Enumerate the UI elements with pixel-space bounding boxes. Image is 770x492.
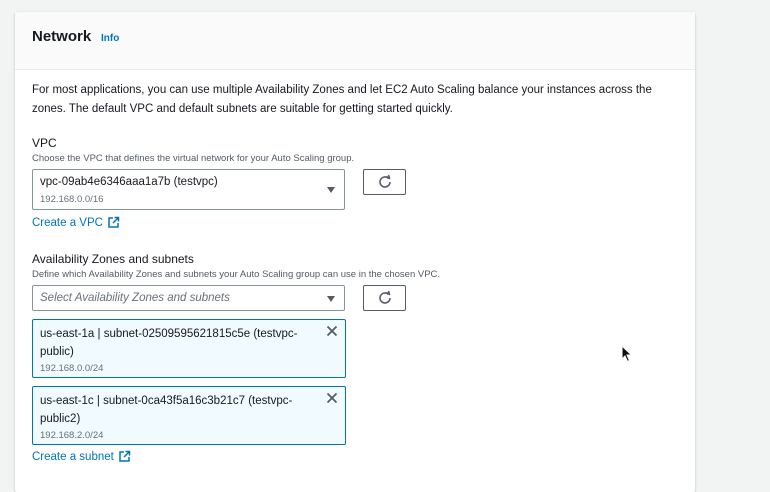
create-vpc-label: Create a VPC [32, 216, 103, 229]
vpc-label: VPC [32, 136, 57, 150]
create-vpc-link[interactable]: Create a VPC [32, 216, 120, 229]
vpc-refresh-button[interactable] [363, 169, 406, 195]
caret-down-icon [327, 296, 335, 302]
vpc-select-value: vpc-09ab4e6346aaa1a7b (testvpc) [40, 176, 218, 188]
close-icon[interactable] [326, 392, 338, 404]
panel-header: Network Info [15, 12, 695, 70]
external-link-icon [108, 216, 120, 228]
subnet-token-label: us-east-1a | subnet-02509595621815c5e (t… [40, 328, 298, 358]
external-link-icon [119, 450, 131, 462]
intro-text: For most applications, you can use multi… [32, 84, 652, 115]
subnets-select[interactable]: Select Availability Zones and subnets [32, 285, 345, 311]
subnets-placeholder: Select Availability Zones and subnets [40, 292, 230, 304]
caret-down-icon [327, 187, 335, 193]
mouse-cursor-icon [621, 345, 633, 363]
refresh-icon [378, 290, 391, 304]
subnets-label: Availability Zones and subnets [32, 252, 194, 266]
close-icon[interactable] [326, 325, 338, 337]
create-subnet-link[interactable]: Create a subnet [32, 450, 131, 463]
subnet-token-cidr: 192.168.0.0/24 [40, 363, 104, 374]
subnet-token: us-east-1a | subnet-02509595621815c5e (t… [32, 319, 346, 378]
subnet-token: us-east-1c | subnet-0ca43f5a16c3b21c7 (t… [32, 386, 346, 445]
panel-title: Network [32, 28, 92, 45]
vpc-select-cidr: 192.168.0.0/16 [40, 194, 104, 205]
subnet-token-label: us-east-1c | subnet-0ca43f5a16c3b21c7 (t… [40, 395, 293, 425]
subnets-description: Define which Availability Zones and subn… [32, 269, 441, 280]
info-link[interactable]: Info [101, 33, 119, 44]
subnets-refresh-button[interactable] [363, 285, 406, 311]
vpc-description: Choose the VPC that defines the virtual … [32, 153, 355, 164]
refresh-icon [378, 174, 391, 188]
vpc-select[interactable]: vpc-09ab4e6346aaa1a7b (testvpc) 192.168.… [32, 169, 345, 210]
subnet-token-cidr: 192.168.2.0/24 [40, 430, 104, 441]
create-subnet-label: Create a subnet [32, 450, 114, 463]
network-panel: Network Info For most applications, you … [15, 12, 695, 492]
